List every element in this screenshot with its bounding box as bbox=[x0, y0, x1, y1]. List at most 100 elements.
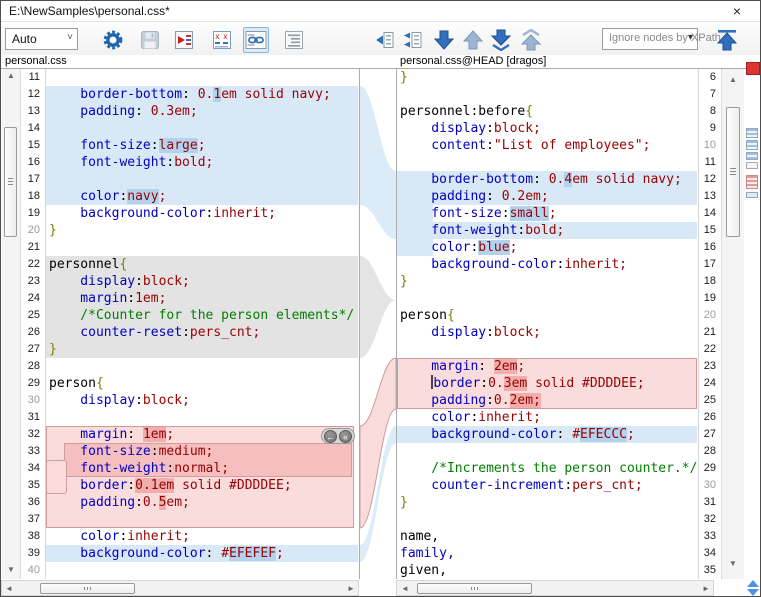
mode-select[interactable]: Auto ˅ bbox=[5, 28, 78, 50]
right-vertical-scrollbar[interactable]: ▲ ▼ bbox=[722, 69, 744, 580]
code-line[interactable]: font-size:medium; bbox=[46, 443, 359, 460]
code-line[interactable]: font-weight:normal; bbox=[46, 460, 359, 477]
code-line[interactable]: /*Increments the person counter.*/ bbox=[397, 460, 698, 477]
copy-change-to-left-inline-button[interactable]: ← bbox=[324, 430, 337, 443]
code-line[interactable]: name, bbox=[397, 528, 698, 545]
scroll-up-icon[interactable]: ▲ bbox=[2, 71, 20, 80]
scroll-left-icon[interactable]: ◄ bbox=[4, 584, 14, 593]
first-difference-button[interactable] bbox=[518, 27, 544, 53]
go-to-first-change-button[interactable] bbox=[714, 27, 740, 53]
code-line[interactable]: padding:0.5em; bbox=[46, 494, 359, 511]
scroll-down-icon[interactable]: ▼ bbox=[2, 565, 20, 574]
code-line[interactable]: padding:0.2em; bbox=[397, 392, 698, 409]
code-line[interactable]: border:0.3em solid #DDDDEE; bbox=[397, 375, 698, 392]
ruler-marker-red[interactable] bbox=[746, 62, 760, 75]
code-line[interactable]: /*Counter for the person elements*/ bbox=[46, 307, 359, 324]
code-line[interactable]: personnel{ bbox=[46, 256, 359, 273]
code-line[interactable]: color:navy; bbox=[46, 188, 359, 205]
code-line[interactable]: display:block; bbox=[397, 324, 698, 341]
code-line[interactable] bbox=[46, 171, 359, 188]
sync-scroll-corner-button[interactable] bbox=[745, 579, 761, 597]
code-line[interactable]: given, bbox=[397, 562, 698, 579]
code-line[interactable]: display:block; bbox=[46, 273, 359, 290]
ruler-marker-pstripe[interactable] bbox=[746, 175, 758, 189]
code-line[interactable]: padding: 0.2em; bbox=[397, 188, 698, 205]
append-change-to-left-inline-button[interactable]: « bbox=[339, 430, 352, 443]
code-line[interactable] bbox=[46, 562, 359, 579]
code-line[interactable]: content:"List of employees"; bbox=[397, 137, 698, 154]
code-line[interactable] bbox=[46, 358, 359, 375]
left-horizontal-scrollbar[interactable]: ◄ ► bbox=[1, 580, 359, 596]
sync-scrolling-button[interactable] bbox=[243, 27, 269, 53]
code-line[interactable]: font-size:large; bbox=[46, 137, 359, 154]
perform-diff-button[interactable] bbox=[171, 27, 197, 53]
code-line[interactable]: border-bottom: 0.1em solid navy; bbox=[46, 86, 359, 103]
code-line[interactable]: } bbox=[46, 222, 359, 239]
code-line[interactable] bbox=[397, 86, 698, 103]
code-line[interactable]: font-size:small; bbox=[397, 205, 698, 222]
ruler-marker-bplain[interactable] bbox=[746, 192, 758, 198]
copy-all-changes-to-left-button[interactable] bbox=[401, 27, 425, 53]
code-line[interactable]: background-color: #EFECCC; bbox=[397, 426, 698, 443]
code-line[interactable]: personnel:before{ bbox=[397, 103, 698, 120]
right-code-editor[interactable]: } personnel:before{ display:block; conten… bbox=[397, 69, 698, 580]
code-line[interactable]: padding: 0.3em; bbox=[46, 103, 359, 120]
code-line[interactable]: } bbox=[397, 69, 698, 86]
code-line[interactable]: margin: 2em; bbox=[397, 358, 698, 375]
left-vscroll-thumb[interactable] bbox=[4, 127, 17, 237]
scroll-left-icon[interactable]: ◄ bbox=[400, 584, 410, 593]
code-line[interactable]: border-bottom: 0.4em solid navy; bbox=[397, 171, 698, 188]
code-line[interactable]: background-color:inherit; bbox=[46, 205, 359, 222]
right-horizontal-scrollbar[interactable]: ◄ ► bbox=[396, 580, 714, 596]
code-line[interactable]: color:blue; bbox=[397, 239, 698, 256]
right-hscroll-thumb[interactable] bbox=[417, 583, 532, 594]
code-line[interactable]: } bbox=[397, 273, 698, 290]
code-line[interactable] bbox=[397, 443, 698, 460]
code-line[interactable]: background-color:inherit; bbox=[397, 256, 698, 273]
code-line[interactable]: display:block; bbox=[397, 120, 698, 137]
code-line[interactable]: family, bbox=[397, 545, 698, 562]
code-line[interactable]: } bbox=[46, 341, 359, 358]
left-hscroll-thumb[interactable] bbox=[40, 583, 135, 594]
code-line[interactable]: person{ bbox=[46, 375, 359, 392]
code-line[interactable]: color:inherit; bbox=[397, 409, 698, 426]
code-line[interactable]: font-weight:bold; bbox=[46, 154, 359, 171]
code-line[interactable] bbox=[46, 120, 359, 137]
scroll-up-icon[interactable]: ▲ bbox=[722, 75, 744, 84]
code-line[interactable]: margin: 1em; bbox=[46, 426, 359, 443]
code-line[interactable] bbox=[46, 409, 359, 426]
copy-change-to-left-button[interactable] bbox=[373, 27, 397, 53]
code-line[interactable] bbox=[397, 290, 698, 307]
last-difference-button[interactable] bbox=[488, 27, 514, 53]
settings-button[interactable] bbox=[100, 27, 126, 53]
save-button[interactable] bbox=[137, 27, 163, 53]
ignore-xpath-combo[interactable]: Ignore nodes by XPath ▾ bbox=[602, 28, 698, 50]
ruler-marker-bstripe[interactable] bbox=[746, 152, 758, 160]
code-line[interactable] bbox=[46, 239, 359, 256]
code-line[interactable]: } bbox=[397, 494, 698, 511]
ruler-marker-plain[interactable] bbox=[746, 162, 758, 169]
next-difference-button[interactable] bbox=[432, 27, 456, 53]
code-line[interactable]: background-color: #EFEFEF; bbox=[46, 545, 359, 562]
code-line[interactable] bbox=[397, 511, 698, 528]
left-vertical-scrollbar[interactable]: ▲ ▼ bbox=[2, 69, 20, 580]
code-line[interactable]: person{ bbox=[397, 307, 698, 324]
close-button[interactable]: × bbox=[728, 3, 746, 21]
code-line[interactable]: display:block; bbox=[46, 392, 359, 409]
overview-ruler[interactable] bbox=[745, 60, 761, 580]
left-code-editor[interactable]: border-bottom: 0.1em solid navy; padding… bbox=[46, 69, 359, 580]
code-line[interactable] bbox=[397, 341, 698, 358]
code-line[interactable]: counter-increment:pers_cnt; bbox=[397, 477, 698, 494]
code-line[interactable]: font-weight:bold; bbox=[397, 222, 698, 239]
ruler-marker-bstripe[interactable] bbox=[746, 128, 758, 138]
code-line[interactable]: color:inherit; bbox=[46, 528, 359, 545]
code-line[interactable]: counter-reset:pers_cnt; bbox=[46, 324, 359, 341]
scroll-right-icon[interactable]: ► bbox=[346, 584, 356, 593]
ruler-marker-bstripe[interactable] bbox=[746, 140, 758, 150]
ignore-whitespace-button[interactable]: x x bbox=[209, 27, 235, 53]
code-line[interactable]: margin:1em; bbox=[46, 290, 359, 307]
code-line[interactable]: border:0.1em solid #DDDDEE; bbox=[46, 477, 359, 494]
code-line[interactable] bbox=[46, 511, 359, 528]
previous-difference-button[interactable] bbox=[461, 27, 485, 53]
format-indent-button[interactable] bbox=[281, 27, 307, 53]
